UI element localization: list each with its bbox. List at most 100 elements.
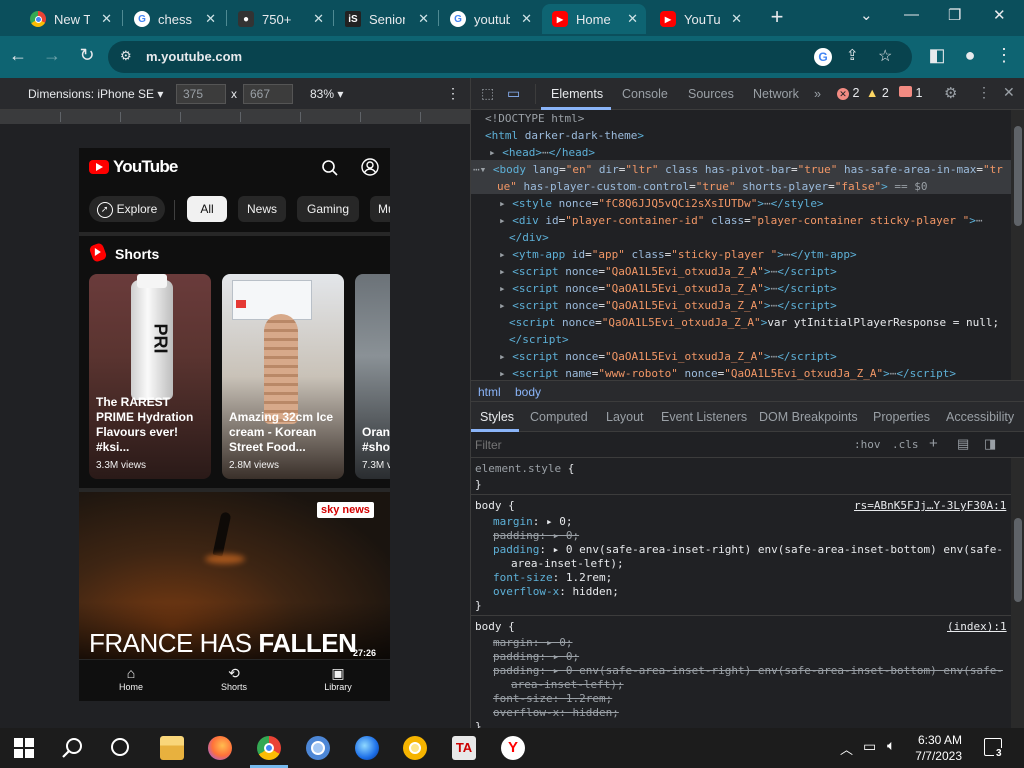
styles-scrollbar[interactable] [1011, 458, 1024, 728]
tab-youtube[interactable]: ▶ YouTube ✕ [650, 4, 750, 34]
source-link[interactable]: rs=ABnK5FJj…Y-3LyF30A:1 [854, 499, 1006, 513]
tab-750[interactable]: ● 750+ ✕ [228, 4, 332, 34]
close-icon[interactable]: ✕ [731, 11, 742, 27]
close-devtools-icon[interactable]: ✕ [1003, 84, 1015, 101]
kebab-menu-icon[interactable]: ⋮ [977, 84, 991, 101]
styles-pane[interactable]: element.style { } body { rs=ABnK5FJj…Y-3… [471, 458, 1011, 728]
reload-icon[interactable]: ↻ [75, 45, 99, 66]
more-options-icon[interactable]: ⋮ [446, 85, 460, 102]
close-icon[interactable]: ✕ [418, 11, 429, 27]
inspect-icon[interactable]: ⬚ [481, 85, 494, 102]
forward-icon[interactable]: → [40, 45, 64, 66]
tab-youtube-search[interactable]: G youtube ✕ [440, 4, 540, 34]
site-info-icon[interactable]: ⚙ [120, 48, 132, 64]
close-icon[interactable]: ✕ [101, 11, 112, 27]
chip-all[interactable]: All [187, 196, 227, 222]
cls-toggle[interactable]: .cls [892, 438, 919, 451]
video-thumbnail[interactable]: sky news FRANCE HAS FALLEN 27:26 [79, 492, 390, 660]
breadcrumb-html[interactable]: html [478, 385, 501, 399]
tab-event-listeners[interactable]: Event Listeners [661, 410, 747, 424]
warning-counter[interactable]: ▲ 2 [866, 86, 889, 100]
media-query-ruler[interactable] [0, 110, 470, 124]
chip-music[interactable]: Mu [370, 196, 390, 222]
network-icon[interactable]: ▭ [863, 738, 876, 755]
device-toggle-icon[interactable]: ▭ [507, 85, 520, 102]
tray-chevron-icon[interactable]: ︿ [840, 739, 853, 758]
task-view-icon[interactable] [111, 738, 129, 756]
file-explorer-icon[interactable] [160, 736, 184, 760]
short-card[interactable]: Orang #shor 7.3M v [355, 274, 390, 479]
back-icon[interactable]: ← [6, 45, 30, 66]
tab-new-tab[interactable]: New Tab ✕ [20, 4, 120, 34]
search-icon[interactable] [61, 737, 83, 759]
side-panel-icon[interactable]: ◧ [925, 45, 949, 66]
styles-filter-input[interactable] [475, 435, 835, 455]
tab-properties[interactable]: Properties [873, 410, 930, 424]
source-link[interactable]: (index):1 [947, 620, 1007, 634]
hov-toggle[interactable]: :hov [854, 438, 881, 451]
youtube-logo-icon[interactable] [89, 160, 109, 174]
error-counter[interactable]: ✕ 2 [837, 86, 859, 100]
paint-icon[interactable]: ▤ [957, 436, 969, 452]
tab-network[interactable]: Network [753, 87, 799, 101]
tab-console[interactable]: Console [622, 87, 668, 101]
tab-accessibility[interactable]: Accessibility [946, 410, 1014, 424]
nav-library[interactable]: ▣ Library [303, 664, 373, 692]
new-tab-button[interactable]: + [764, 6, 790, 30]
chevron-down-icon[interactable]: ⌄ [860, 6, 873, 24]
close-icon[interactable]: ✕ [205, 11, 216, 27]
firefox-icon[interactable] [208, 736, 232, 760]
chip-news[interactable]: News [238, 196, 286, 222]
menu-icon[interactable]: ⋮ [992, 45, 1016, 66]
tab-computed[interactable]: Computed [530, 410, 588, 424]
firefox-nightly-icon[interactable] [355, 736, 379, 760]
breadcrumb-body[interactable]: body [515, 385, 541, 399]
chrome-beta-icon[interactable] [306, 736, 330, 760]
tab-layout[interactable]: Layout [606, 410, 644, 424]
zoom-selector[interactable]: 83% ▾ [310, 87, 343, 101]
tab-sources[interactable]: Sources [688, 87, 734, 101]
search-icon[interactable] [321, 159, 339, 177]
google-lens-icon[interactable]: G [814, 48, 832, 66]
chrome-icon[interactable] [257, 736, 281, 760]
dom-scrollbar[interactable] [1011, 110, 1024, 380]
issues-counter[interactable]: 1 [899, 86, 922, 100]
system-clock[interactable]: 6:30 AM 7/7/2023 [915, 732, 962, 764]
nav-shorts[interactable]: ⟲ Shorts [199, 664, 269, 692]
tab-styles[interactable]: Styles [480, 410, 514, 424]
tab-elements[interactable]: Elements [551, 87, 603, 101]
tab-dom-breakpoints[interactable]: DOM Breakpoints [759, 410, 858, 424]
add-rule-icon[interactable]: + [929, 435, 938, 452]
close-icon[interactable]: ✕ [521, 11, 532, 27]
dom-tree[interactable]: <!DOCTYPE html> <html darker-dark-theme>… [471, 110, 1011, 380]
sidebar-toggle-icon[interactable]: ◨ [984, 436, 996, 452]
volume-muted-icon[interactable]: 🔈︎ [887, 737, 895, 754]
nav-home[interactable]: ⌂ Home [96, 664, 166, 692]
short-card[interactable]: PRI The RAREST PRIME Hydration Flavours … [89, 274, 211, 479]
more-tabs-icon[interactable]: » [814, 87, 821, 101]
address-bar[interactable]: ⚙ m.youtube.com G ⇪ ☆ [108, 41, 912, 73]
youtube-brand[interactable]: YouTube [113, 157, 178, 177]
close-icon[interactable]: ✕ [313, 11, 324, 27]
minimize-icon[interactable]: — [904, 6, 919, 23]
settings-gear-icon[interactable]: ⚙ [944, 84, 957, 102]
close-icon[interactable]: ✕ [627, 11, 638, 27]
url-text[interactable]: m.youtube.com [146, 49, 242, 64]
ta-app-icon[interactable]: TA [452, 736, 476, 760]
restore-icon[interactable]: ❐ [948, 6, 961, 24]
tab-chess[interactable]: G chess ✕ [124, 4, 224, 34]
device-selector[interactable]: Dimensions: iPhone SE ▾ [28, 87, 163, 101]
tab-senior[interactable]: iS Senior ✕ [335, 4, 437, 34]
chip-explore[interactable]: ➚ Explore [89, 196, 165, 222]
chip-gaming[interactable]: Gaming [297, 196, 359, 222]
account-icon[interactable] [361, 158, 379, 176]
tab-home[interactable]: ▶ Home ✕ [542, 4, 646, 34]
short-card[interactable]: Amazing 32cm Ice cream - Korean Street F… [222, 274, 344, 479]
windows-start-icon[interactable] [14, 738, 34, 758]
profile-icon[interactable]: ● [958, 45, 982, 66]
window-close-icon[interactable]: ✕ [993, 6, 1006, 24]
device-width-input[interactable] [176, 84, 226, 104]
device-height-input[interactable] [243, 84, 293, 104]
share-icon[interactable]: ⇪ [846, 46, 859, 64]
bookmark-star-icon[interactable]: ☆ [878, 46, 892, 66]
